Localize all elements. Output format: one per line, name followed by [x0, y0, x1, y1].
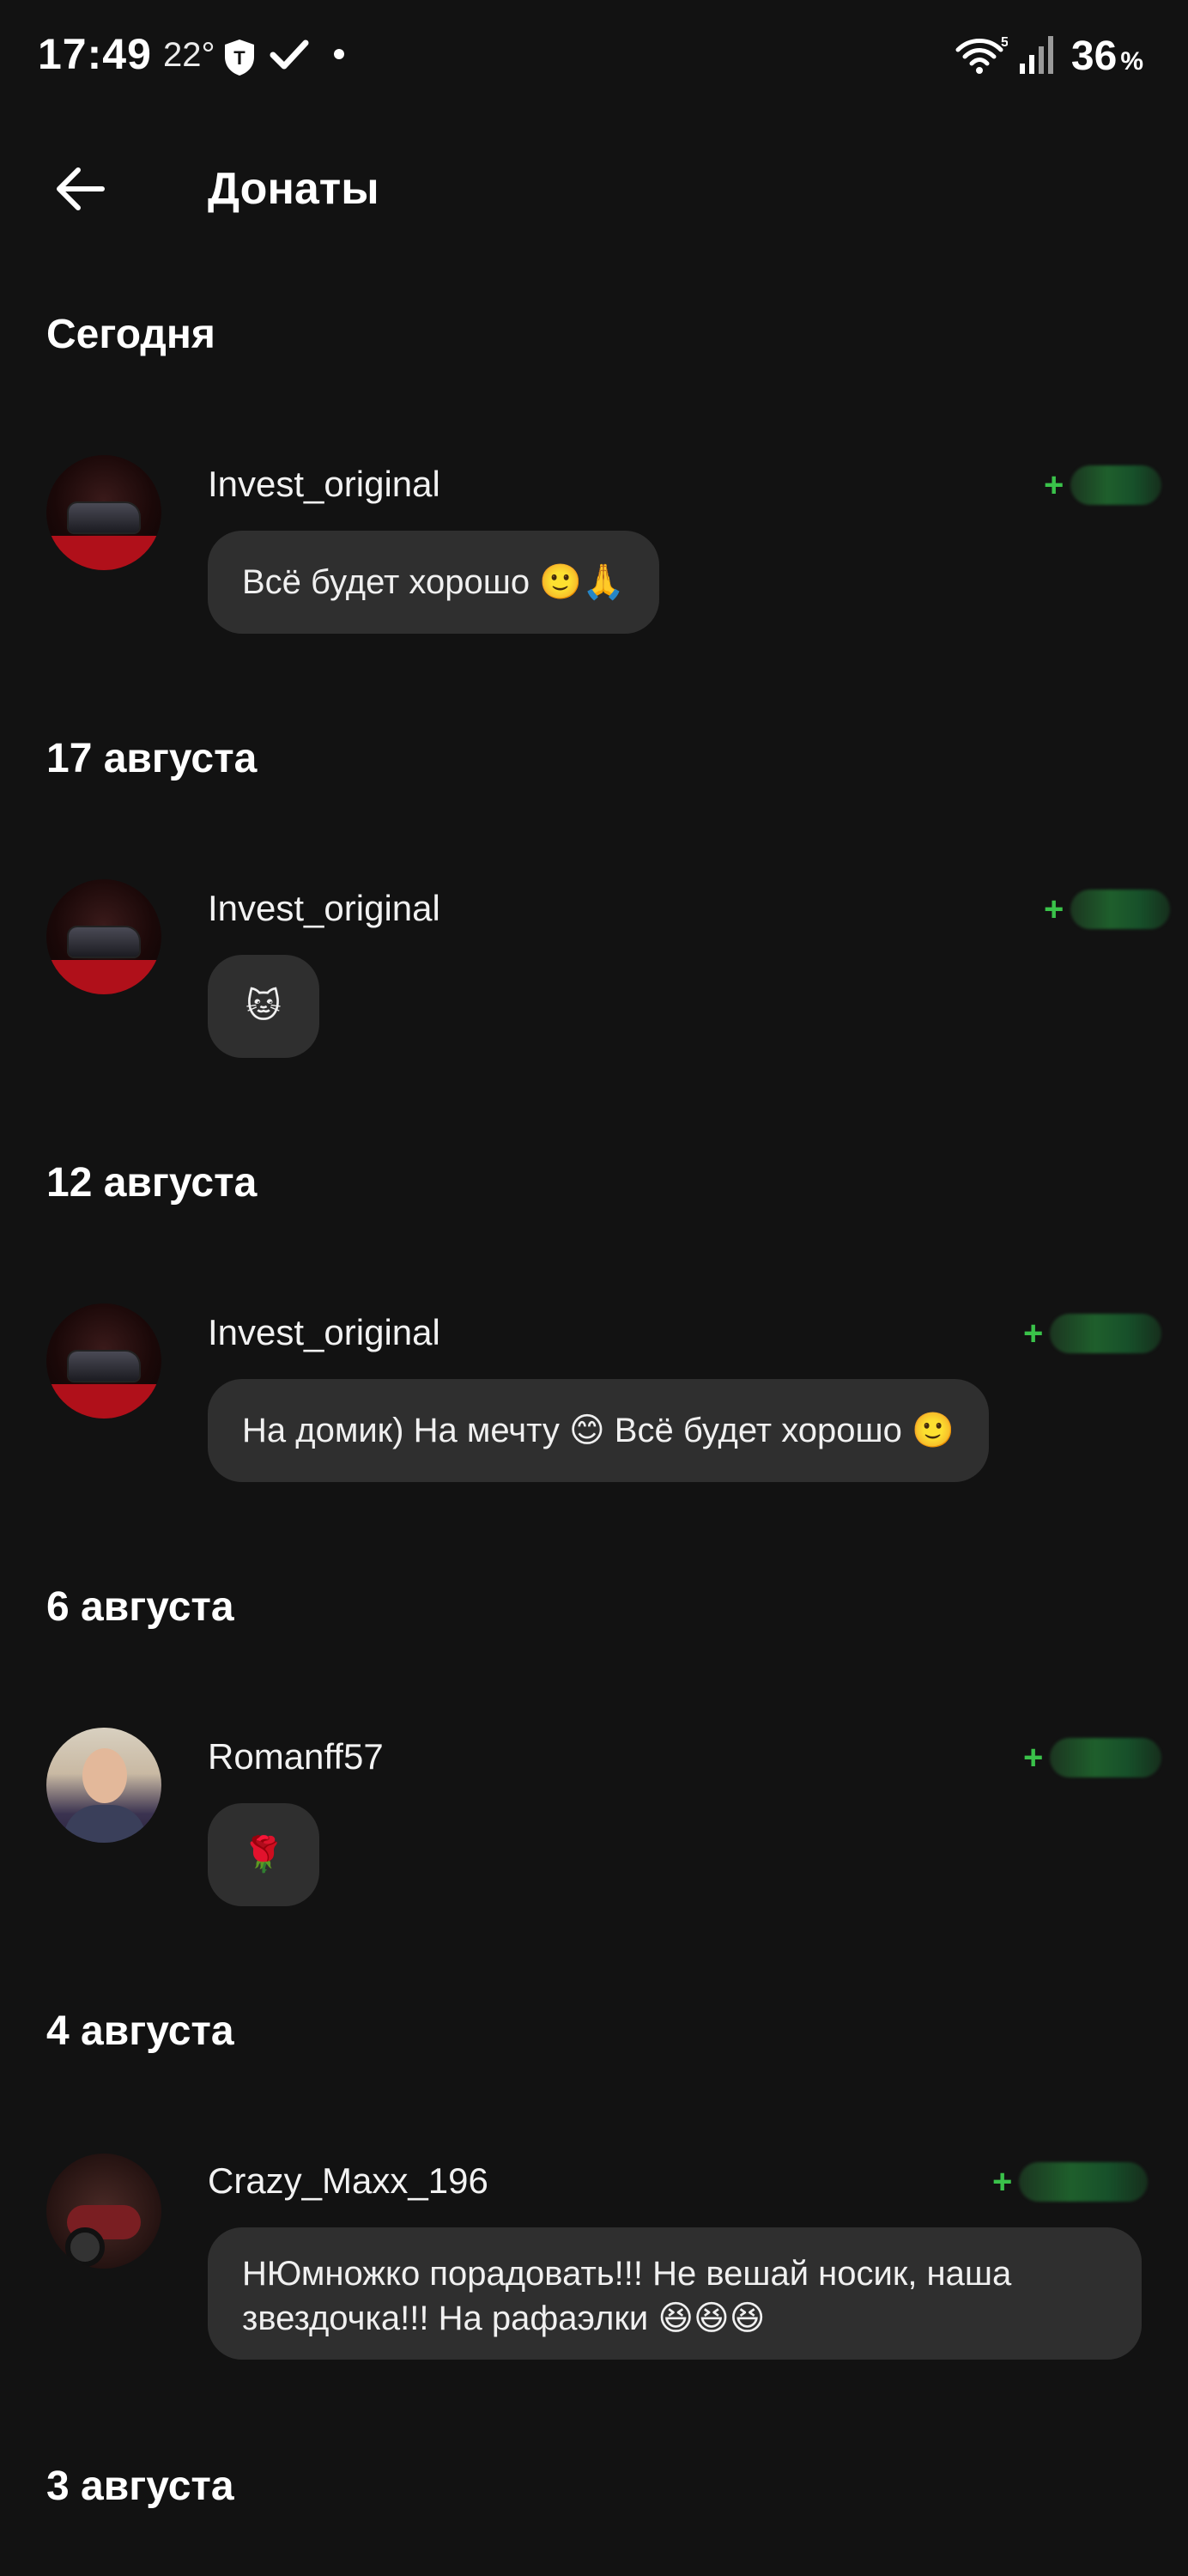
- username[interactable]: Romanff57: [208, 1736, 384, 1777]
- status-temperature: 22°: [163, 36, 215, 74]
- wifi-icon: 5: [955, 34, 1009, 82]
- signal-icon: [1018, 34, 1056, 80]
- page-title: Донаты: [208, 164, 379, 214]
- date-header: 12 августа: [46, 1160, 258, 1206]
- date-header: 6 августа: [46, 1584, 234, 1630]
- avatar-head: [82, 1748, 127, 1803]
- avatar[interactable]: [46, 2154, 161, 2269]
- status-time: 17:49: [38, 30, 152, 78]
- hidden-amount: [1050, 1314, 1162, 1353]
- avatar[interactable]: [46, 1728, 161, 1843]
- hidden-amount: [1070, 890, 1171, 929]
- avatar[interactable]: [46, 455, 161, 570]
- donation-amount: +: [1023, 1736, 1162, 1779]
- hidden-amount: [1050, 1738, 1162, 1777]
- hidden-amount: [1019, 2162, 1149, 2202]
- username[interactable]: Invest_original: [208, 464, 440, 505]
- top-app-bar: Донаты: [0, 137, 1188, 240]
- donation-amount: +: [1044, 888, 1171, 931]
- avatar-body: [64, 1805, 146, 1843]
- date-header: 3 августа: [46, 2464, 234, 2509]
- message-bubble: 🐱: [208, 955, 319, 1058]
- svg-text:T: T: [233, 47, 245, 69]
- status-bar: 17:49 22° T 5 36%: [0, 0, 1188, 112]
- wifi-badge: 5: [1001, 35, 1008, 50]
- date-header: 4 августа: [46, 2008, 234, 2054]
- username[interactable]: Invest_original: [208, 888, 440, 929]
- message-bubble: Всё будет хорошо 🙂🙏: [208, 531, 659, 634]
- shield-t-icon: T: [221, 38, 258, 82]
- username[interactable]: Crazy_Maxx_196: [208, 2160, 488, 2202]
- message-bubble: НЮмножко порадовать!!! Не вешай носик, н…: [208, 2227, 1142, 2360]
- arrow-left-icon: [57, 167, 105, 210]
- donation-amount: +: [1044, 464, 1162, 507]
- donation-amount: +: [992, 2160, 1149, 2203]
- username[interactable]: Invest_original: [208, 1312, 440, 1353]
- battery-percent: 36%: [1070, 33, 1143, 79]
- hidden-amount: [1070, 465, 1162, 505]
- message-bubble: На домик) На мечту 😊 Всё будет хорошо 🙂: [208, 1379, 989, 1482]
- date-header: Сегодня: [46, 312, 215, 357]
- back-button[interactable]: [41, 155, 118, 223]
- dot-icon: [333, 48, 345, 64]
- check-icon: [270, 38, 309, 76]
- avatar[interactable]: [46, 1303, 161, 1419]
- message-bubble: 🌹: [208, 1803, 319, 1906]
- date-header: 17 августа: [46, 736, 258, 781]
- avatar[interactable]: [46, 879, 161, 994]
- donation-amount: +: [1023, 1312, 1162, 1355]
